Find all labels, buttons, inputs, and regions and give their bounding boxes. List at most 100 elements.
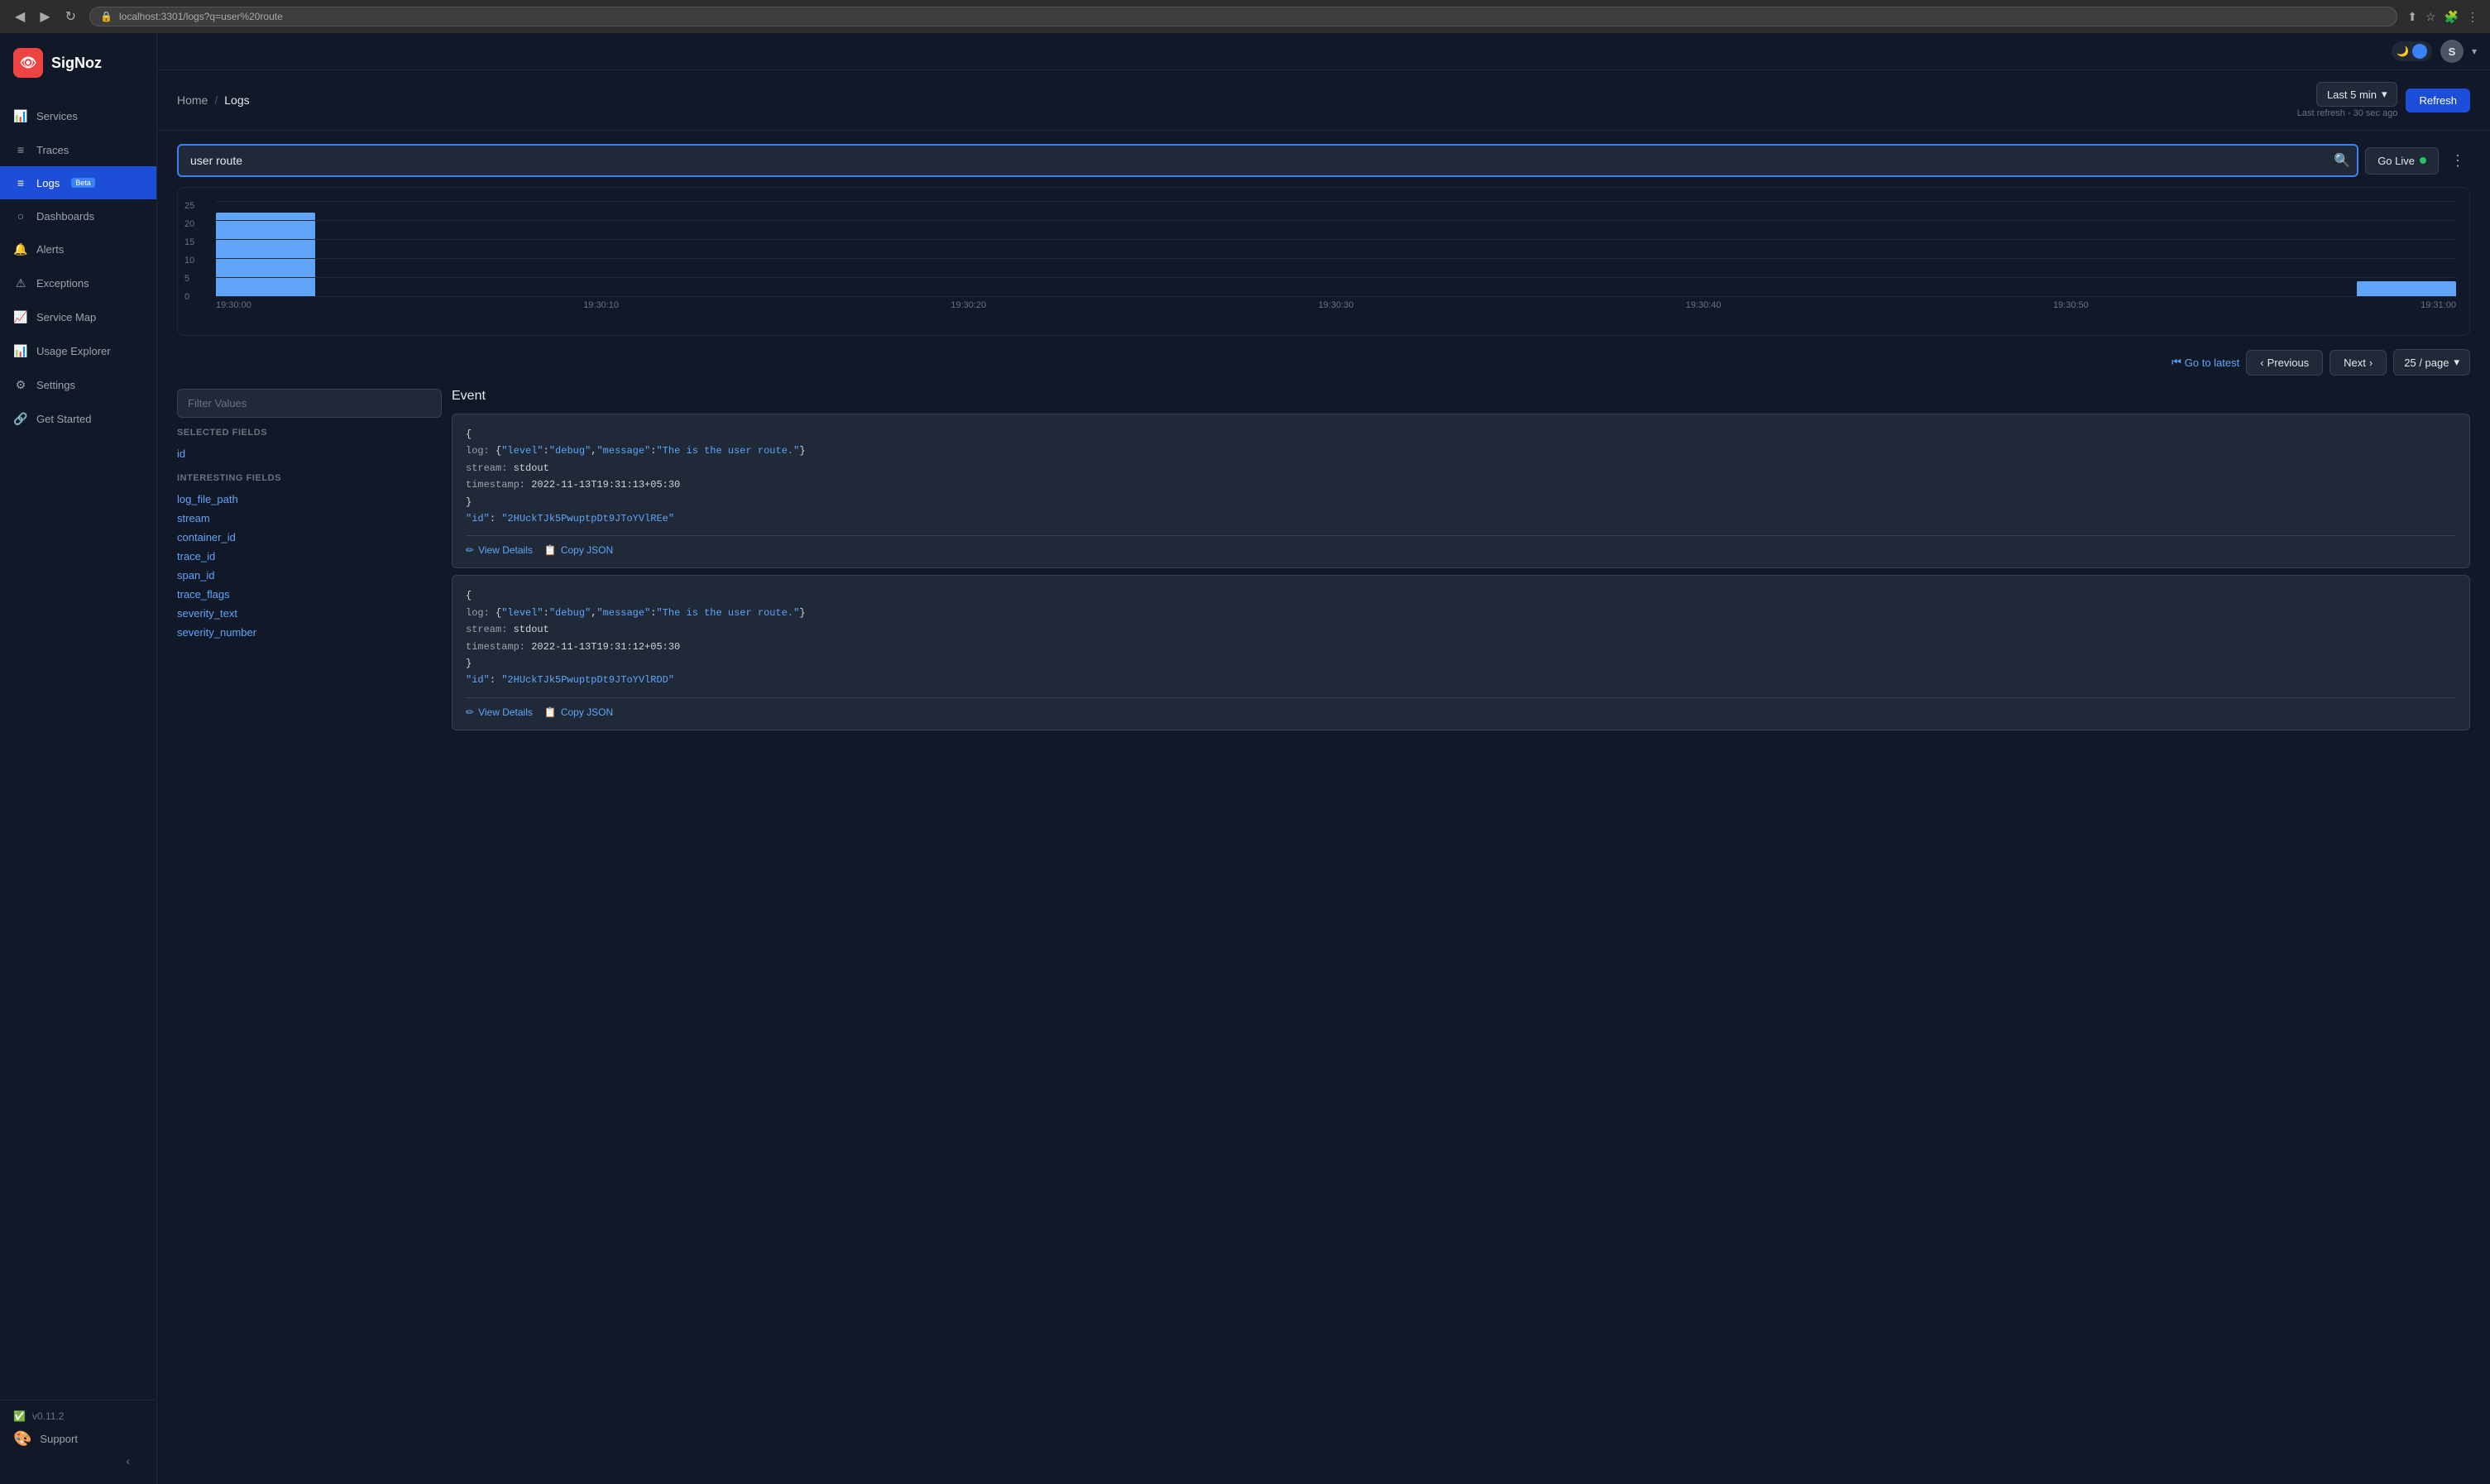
field-item-log-file-path[interactable]: log_file_path xyxy=(177,490,442,509)
search-input[interactable] xyxy=(177,144,2358,177)
breadcrumb-separator: / xyxy=(214,93,218,107)
logo-text: SigNoz xyxy=(51,55,102,72)
event-id-2: "id": "2HUckTJk5PwuptpDt9JToYVlRDD" xyxy=(466,672,2456,688)
page-size-selector[interactable]: 25 / page ▾ xyxy=(2393,349,2470,376)
event-body-1: { log: {"level":"debug","message":"The i… xyxy=(466,426,2456,527)
field-item-trace-id[interactable]: trace_id xyxy=(177,547,442,566)
version-text: v0.11.2 xyxy=(32,1410,64,1422)
sidebar-collapse-button[interactable]: ‹ xyxy=(13,1448,143,1474)
sidebar-item-exceptions[interactable]: ⚠ Exceptions xyxy=(0,266,156,300)
search-submit-button[interactable]: 🔍 xyxy=(2334,152,2350,169)
next-icon: › xyxy=(2369,357,2373,369)
back-button[interactable]: ◀ xyxy=(10,7,30,26)
field-item-id[interactable]: id xyxy=(177,444,442,463)
sidebar-item-label: Service Map xyxy=(36,311,96,323)
support-item[interactable]: 🎨 Support xyxy=(13,1430,143,1448)
sidebar-item-label: Logs xyxy=(36,177,60,189)
traces-icon: ≡ xyxy=(13,143,28,156)
address-bar[interactable]: 🔒 localhost:3301/logs?q=user%20route xyxy=(89,7,2397,26)
browser-controls: ◀ ▶ ↻ xyxy=(10,7,81,26)
time-selector-label: Last 5 min xyxy=(2327,89,2377,101)
sidebar-item-label: Usage Explorer xyxy=(36,345,111,357)
theme-toggle[interactable]: 🌙 xyxy=(2392,41,2432,61)
moon-icon: 🌙 xyxy=(2397,45,2409,57)
filter-values-input[interactable] xyxy=(177,389,442,418)
live-indicator xyxy=(2420,157,2426,164)
forward-button[interactable]: ▶ xyxy=(35,7,55,26)
sidebar-item-service-map[interactable]: 📈 Service Map xyxy=(0,300,156,334)
sidebar-item-alerts[interactable]: 🔔 Alerts xyxy=(0,232,156,266)
event-close-brace: } xyxy=(466,494,2456,510)
refresh-button[interactable]: Refresh xyxy=(2406,89,2470,112)
selected-fields-section: SELECTED FIELDS id xyxy=(177,428,442,463)
menu-icon[interactable]: ⋮ xyxy=(2465,8,2480,26)
field-item-trace-flags[interactable]: trace_flags xyxy=(177,585,442,604)
app-top-header: 🌙 S ▾ xyxy=(157,33,2490,70)
check-icon: ✅ xyxy=(13,1410,26,1422)
sidebar-item-usage-explorer[interactable]: 📊 Usage Explorer xyxy=(0,334,156,368)
settings-icon: ⚙ xyxy=(13,378,28,392)
next-button[interactable]: Next › xyxy=(2330,350,2387,376)
search-row: 🔍 Go Live ⋮ xyxy=(177,144,2470,177)
chevron-down-icon: ▾ xyxy=(2382,88,2387,101)
go-to-latest-label: Go to latest xyxy=(2185,357,2239,369)
url-text: localhost:3301/logs?q=user%20route xyxy=(119,11,283,22)
copy-json-label-2: Copy JSON xyxy=(561,706,613,718)
extension-icon[interactable]: 🧩 xyxy=(2443,8,2460,26)
sidebar-item-logs[interactable]: ≡ Logs Beta xyxy=(0,166,156,199)
search-input-wrapper: 🔍 xyxy=(177,144,2358,177)
previous-label: Previous xyxy=(2267,357,2310,369)
sidebar-item-traces[interactable]: ≡ Traces xyxy=(0,133,156,166)
x-label-2: 19:30:10 xyxy=(583,300,619,310)
exceptions-icon: ⚠ xyxy=(13,276,28,290)
event-open-brace-2: { xyxy=(466,587,2456,604)
browser-actions: ⬆ ☆ 🧩 ⋮ xyxy=(2406,8,2480,26)
field-item-container-id[interactable]: container_id xyxy=(177,528,442,547)
x-label-6: 19:30:50 xyxy=(2053,300,2089,310)
share-icon[interactable]: ⬆ xyxy=(2406,8,2419,26)
event-timestamp-1: timestamp: 2022-11-13T19:31:13+05:30 xyxy=(466,476,2456,493)
toggle-indicator xyxy=(2412,44,2427,59)
view-details-button-1[interactable]: ✏ View Details xyxy=(466,544,533,556)
sidebar-item-dashboards[interactable]: ○ Dashboards xyxy=(0,199,156,232)
get-started-icon: 🔗 xyxy=(13,412,28,426)
go-to-latest-icon: ⏮ xyxy=(2172,356,2181,369)
logs-icon: ≡ xyxy=(13,176,28,189)
event-close-brace-2: } xyxy=(466,655,2456,672)
field-item-severity-number[interactable]: severity_number xyxy=(177,623,442,642)
event-open-brace: { xyxy=(466,426,2456,443)
y-label-0: 0 xyxy=(184,292,194,302)
time-range-selector[interactable]: Last 5 min ▾ xyxy=(2316,82,2398,107)
more-options-button[interactable]: ⋮ xyxy=(2445,147,2470,175)
copy-json-button-1[interactable]: 📋 Copy JSON xyxy=(544,544,613,556)
breadcrumb-home[interactable]: Home xyxy=(177,93,208,107)
sidebar-item-get-started[interactable]: 🔗 Get Started xyxy=(0,402,156,436)
logo-icon: 👁 xyxy=(13,48,43,78)
copy-json-label: Copy JSON xyxy=(561,544,613,556)
field-item-span-id[interactable]: span_id xyxy=(177,566,442,585)
copy-json-button-2[interactable]: 📋 Copy JSON xyxy=(544,706,613,718)
sidebar-item-services[interactable]: 📊 Services xyxy=(0,99,156,133)
sidebar-item-label: Exceptions xyxy=(36,277,89,290)
split-panel: SELECTED FIELDS id INTERESTING FIELDS lo… xyxy=(177,389,2470,1471)
view-details-button-2[interactable]: ✏ View Details xyxy=(466,706,533,718)
event-stream-2: stream: stdout xyxy=(466,621,2456,638)
user-dropdown-icon[interactable]: ▾ xyxy=(2472,45,2477,57)
main-content: 🌙 S ▾ Home / Logs Last 5 min ▾ Last refr… xyxy=(157,33,2490,1484)
sidebar-item-settings[interactable]: ⚙ Settings xyxy=(0,368,156,402)
previous-button[interactable]: ‹ Previous xyxy=(2246,350,2323,376)
event-stream-1: stream: stdout xyxy=(466,460,2456,476)
go-to-latest-button[interactable]: ⏮ Go to latest xyxy=(2172,356,2239,369)
field-item-stream[interactable]: stream xyxy=(177,509,442,528)
eye-icon: 👁 xyxy=(20,55,36,71)
browser-chrome: ◀ ▶ ↻ 🔒 localhost:3301/logs?q=user%20rou… xyxy=(0,0,2490,33)
header-actions: Last 5 min ▾ Last refresh - 30 sec ago R… xyxy=(2297,82,2470,118)
field-item-severity-text[interactable]: severity_text xyxy=(177,604,442,623)
event-log-line-1: log: {"level":"debug","message":"The is … xyxy=(466,443,2456,459)
go-live-button[interactable]: Go Live xyxy=(2365,147,2439,175)
reload-button[interactable]: ↻ xyxy=(60,7,81,26)
star-icon[interactable]: ☆ xyxy=(2424,8,2438,26)
sidebar-item-label: Settings xyxy=(36,379,75,391)
sidebar-item-label: Dashboards xyxy=(36,210,94,223)
user-avatar[interactable]: S xyxy=(2440,40,2464,63)
